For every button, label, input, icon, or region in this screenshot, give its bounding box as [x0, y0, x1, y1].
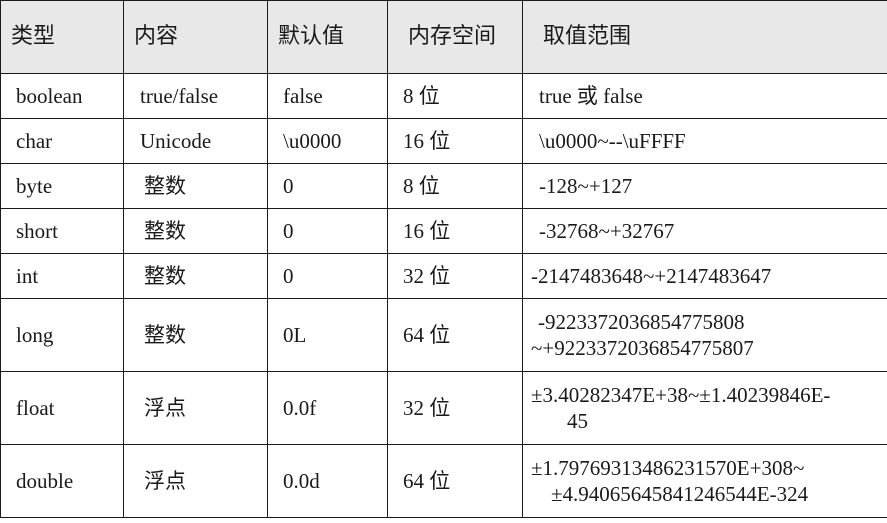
header-content: 内容 — [123, 0, 268, 74]
memory-cell: 16 位 — [387, 118, 523, 164]
content-cell: 整数 — [123, 208, 268, 254]
range-line: \u0000~--\uFFFF — [539, 129, 686, 153]
range-cell: -128~+127 — [522, 163, 887, 209]
table-row: int 整数 0 32 位 -2147483648~+2147483647 — [0, 253, 887, 299]
memory-cell: 32 位 — [387, 253, 523, 299]
range-cell: ±3.40282347E+38~±1.40239846E- 45 — [522, 371, 887, 445]
default-cell: 0 — [267, 208, 388, 254]
type-cell: double — [0, 444, 124, 518]
table-row: double 浮点 0.0d 64 位 ±1.79769313486231570… — [0, 444, 887, 518]
memory-num: 64 — [403, 469, 424, 493]
memory-unit: 位 — [418, 84, 440, 108]
default-cell: \u0000 — [267, 118, 388, 164]
content-cell: 整数 — [123, 163, 268, 209]
range-line: ~+9223372036854775807 — [531, 336, 754, 360]
header-range: 取值范围 — [522, 0, 887, 74]
range-line: ±4.94065645841246544E-324 — [551, 482, 809, 506]
type-cell: boolean — [0, 73, 124, 119]
content-cell: Unicode — [123, 118, 268, 164]
memory-num: 32 — [403, 264, 424, 288]
header-row: 类型 内容 默认值 内存空间 取值范围 — [0, 0, 887, 74]
type-cell: int — [0, 253, 124, 299]
memory-cell: 8 位 — [387, 73, 523, 119]
table-row: short 整数 0 16 位 -32768~+32767 — [0, 208, 887, 254]
data-types-table: 类型 内容 默认值 内存空间 取值范围 boolean true/false f… — [0, 0, 887, 518]
memory-unit: 位 — [429, 469, 451, 493]
memory-cell: 64 位 — [387, 444, 523, 518]
memory-unit: 位 — [418, 174, 440, 198]
memory-unit: 位 — [429, 219, 451, 243]
memory-num: 64 — [403, 323, 424, 347]
default-cell: 0 — [267, 253, 388, 299]
type-cell: short — [0, 208, 124, 254]
memory-num: 8 — [403, 84, 414, 108]
range-line: -2147483648~+2147483647 — [531, 264, 772, 288]
range-cell: -9223372036854775808 ~+92233720368547758… — [522, 298, 887, 372]
range-line: -128~+127 — [539, 174, 633, 198]
table-row: char Unicode \u0000 16 位 \u0000~--\uFFFF — [0, 118, 887, 164]
type-cell: char — [0, 118, 124, 164]
type-cell: long — [0, 298, 124, 372]
range-line: -9223372036854775808 — [538, 310, 745, 334]
content-cell: 浮点 — [123, 444, 268, 518]
range-cell: -2147483648~+2147483647 — [522, 253, 887, 299]
table-row: byte 整数 0 8 位 -128~+127 — [0, 163, 887, 209]
memory-cell: 64 位 — [387, 298, 523, 372]
memory-num: 16 — [403, 219, 424, 243]
type-cell: byte — [0, 163, 124, 209]
header-default: 默认值 — [267, 0, 388, 74]
default-cell: 0.0f — [267, 371, 388, 445]
memory-num: 32 — [403, 396, 424, 420]
memory-unit: 位 — [429, 396, 451, 420]
range-cell: \u0000~--\uFFFF — [522, 118, 887, 164]
memory-num: 16 — [403, 129, 424, 153]
content-cell: 浮点 — [123, 371, 268, 445]
range-line: -32768~+32767 — [539, 219, 675, 243]
range-cell: ±1.79769313486231570E+308~ ±4.9406564584… — [522, 444, 887, 518]
table-row: boolean true/false false 8 位 true 或 fals… — [0, 73, 887, 119]
memory-cell: 16 位 — [387, 208, 523, 254]
table-row: float 浮点 0.0f 32 位 ±3.40282347E+38~±1.40… — [0, 371, 887, 445]
range-cell: true 或 false — [522, 73, 887, 119]
default-cell: false — [267, 73, 388, 119]
header-memory: 内存空间 — [387, 0, 523, 74]
default-cell: 0L — [267, 298, 388, 372]
content-cell: 整数 — [123, 298, 268, 372]
content-cell: 整数 — [123, 253, 268, 299]
memory-cell: 8 位 — [387, 163, 523, 209]
default-cell: 0 — [267, 163, 388, 209]
range-line: ±1.79769313486231570E+308~ — [531, 456, 805, 480]
header-type: 类型 — [0, 0, 124, 74]
range-line: ±3.40282347E+38~±1.40239846E- — [531, 383, 831, 407]
default-cell: 0.0d — [267, 444, 388, 518]
memory-unit: 位 — [429, 129, 451, 153]
type-cell: float — [0, 371, 124, 445]
range-line: 45 — [567, 409, 588, 433]
table-row: long 整数 0L 64 位 -9223372036854775808 ~+9… — [0, 298, 887, 372]
range-cell: -32768~+32767 — [522, 208, 887, 254]
memory-unit: 位 — [429, 264, 451, 288]
memory-cell: 32 位 — [387, 371, 523, 445]
range-line: true 或 false — [539, 84, 643, 108]
memory-num: 8 — [403, 174, 414, 198]
content-cell: true/false — [123, 73, 268, 119]
memory-unit: 位 — [429, 323, 451, 347]
